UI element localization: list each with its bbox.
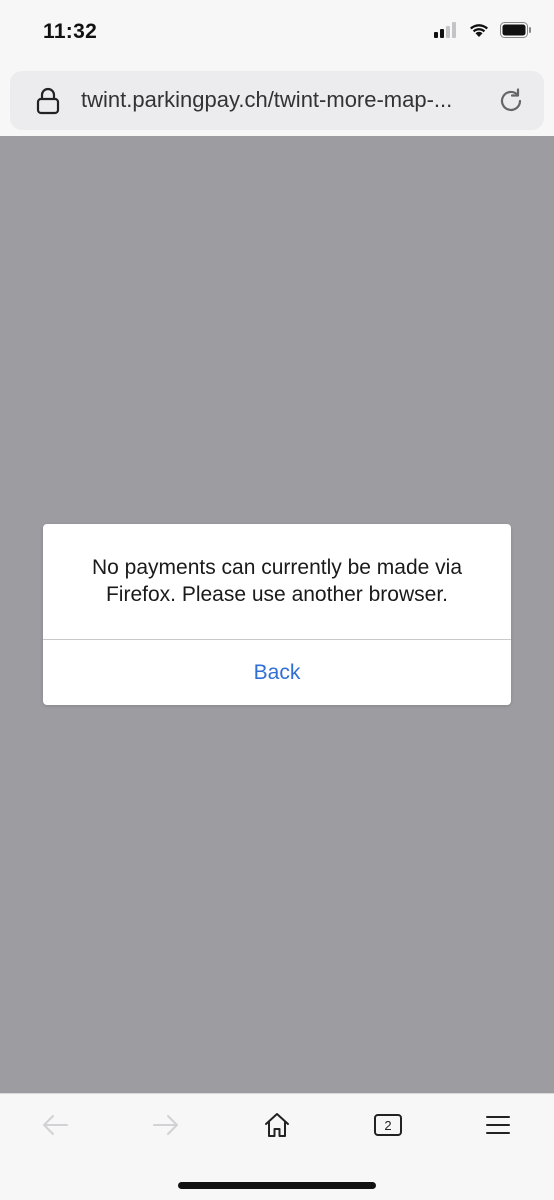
back-button[interactable]: Back: [43, 640, 511, 705]
url-text[interactable]: twint.parkingpay.ch/twint-more-map-...: [81, 87, 483, 113]
home-icon[interactable]: [260, 1110, 294, 1140]
alert-dialog: No payments can currently be made via Fi…: [43, 524, 511, 705]
browser-screen: 11:32 twint.parkingpay.ch/twint-more-map…: [0, 0, 554, 1200]
tabs-icon[interactable]: 2: [371, 1110, 405, 1140]
lock-icon[interactable]: [34, 86, 62, 116]
home-indicator[interactable]: [178, 1182, 376, 1189]
address-bar[interactable]: twint.parkingpay.ch/twint-more-map-...: [10, 71, 544, 130]
menu-icon[interactable]: [481, 1110, 515, 1140]
wifi-icon: [468, 22, 490, 43]
battery-icon: [500, 22, 532, 43]
status-bar: 11:32: [0, 0, 554, 66]
forward-arrow-icon[interactable]: [149, 1110, 183, 1140]
status-time: 11:32: [43, 20, 98, 43]
web-content-overlay: No payments can currently be made via Fi…: [0, 136, 554, 1093]
back-arrow-icon[interactable]: [38, 1110, 72, 1140]
cellular-signal-icon: [434, 22, 458, 43]
dialog-message: No payments can currently be made via Fi…: [91, 556, 462, 606]
status-icons: [434, 22, 532, 43]
tabs-count: 2: [384, 1118, 391, 1133]
reload-icon[interactable]: [496, 86, 526, 116]
